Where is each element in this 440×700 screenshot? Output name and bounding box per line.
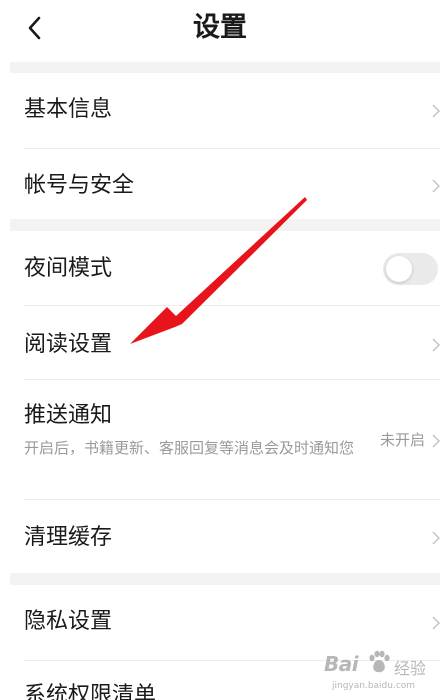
- section-gap: [10, 573, 440, 585]
- settings-item-clear-cache[interactable]: 清理缓存: [0, 500, 440, 573]
- settings-item-night-mode[interactable]: 夜间模式: [0, 231, 440, 306]
- chevron-right-icon: [432, 104, 440, 118]
- item-description: 开启后，书籍更新、客服回复等消息会及时通知您: [24, 439, 355, 457]
- chevron-right-icon: [432, 179, 440, 193]
- settings-item-basic-info[interactable]: 基本信息: [0, 73, 440, 149]
- item-label: 系统权限清单: [24, 683, 157, 700]
- page-title: 设置: [193, 12, 247, 43]
- night-mode-toggle[interactable]: [383, 253, 438, 285]
- item-label: 推送通知: [24, 403, 113, 428]
- settings-screen: 设置 基本信息 帐号与安全 夜间模式 阅读设置 推送通知 开启后，书籍更新、客服…: [0, 0, 440, 700]
- chevron-right-icon: [432, 616, 440, 630]
- watermark-url: jingyan.baidu.com: [332, 681, 416, 691]
- item-label: 隐私设置: [24, 609, 113, 634]
- settings-item-reading-settings[interactable]: 阅读设置: [0, 306, 440, 380]
- item-label: 基本信息: [24, 97, 113, 122]
- watermark-logo: Bai: [324, 652, 359, 676]
- item-label: 阅读设置: [24, 332, 113, 357]
- settings-item-account-security[interactable]: 帐号与安全: [0, 149, 440, 219]
- chevron-right-icon: [432, 434, 440, 448]
- settings-item-push-notifications[interactable]: 推送通知 开启后，书籍更新、客服回复等消息会及时通知您 未开启: [0, 380, 440, 500]
- item-label: 帐号与安全: [24, 173, 135, 198]
- baidu-jingyan-watermark: Bai 经验 jingyan.baidu.com: [322, 648, 440, 700]
- chevron-right-icon: [432, 531, 440, 545]
- watermark-text: 经验: [394, 659, 427, 678]
- push-status-value: 未开启: [379, 431, 425, 449]
- section-gap: [10, 62, 440, 73]
- header-bar: 设置: [0, 0, 440, 62]
- toggle-knob: [386, 256, 412, 282]
- paw-icon: [369, 650, 390, 673]
- section-gap: [10, 219, 440, 231]
- item-label: 清理缓存: [24, 525, 113, 550]
- chevron-right-icon: [432, 338, 440, 352]
- item-label: 夜间模式: [24, 256, 113, 281]
